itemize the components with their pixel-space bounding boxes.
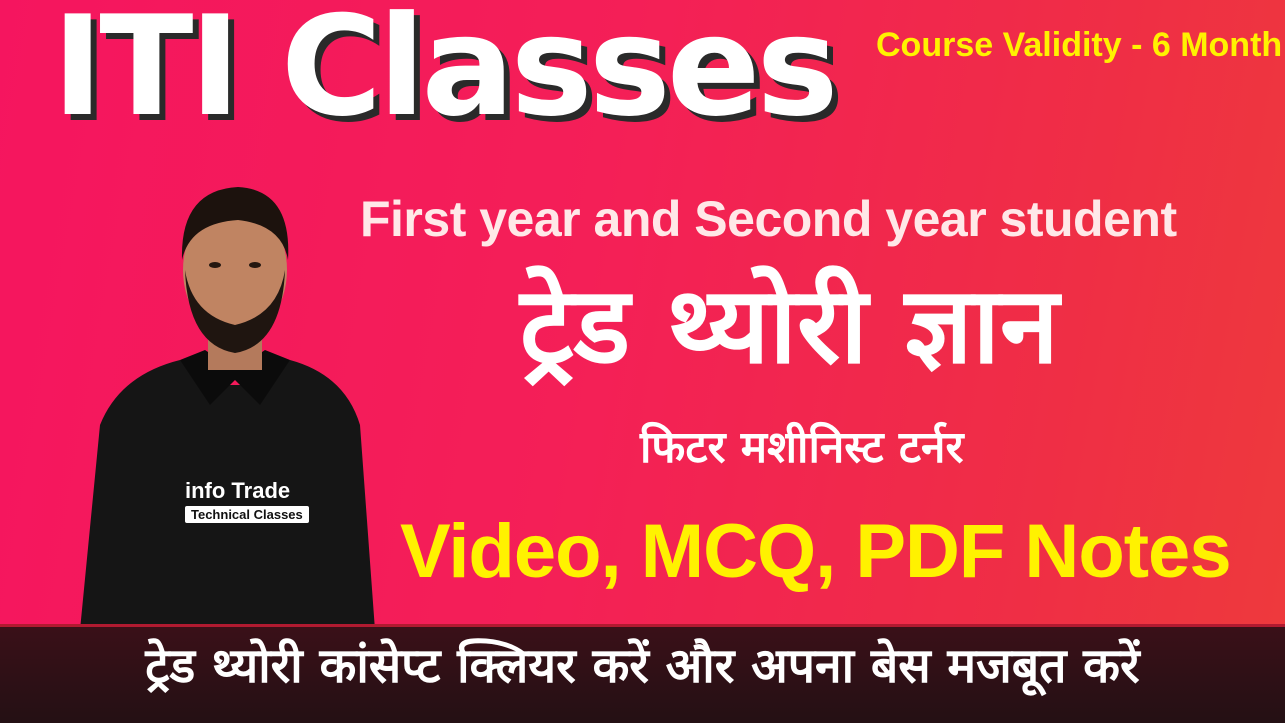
shirt-logo-line1: info Trade (185, 478, 291, 503)
footer-tagline: ट्रेड थ्योरी कांसेप्ट क्लियर करें और अपन… (145, 638, 1140, 694)
course-validity: Course Validity - 6 Month (876, 26, 1283, 64)
hindi-heading: ट्रेड थ्योरी ज्ञान (520, 264, 1059, 387)
trades-list: फिटर मशीनिस्ट टर्नर (640, 422, 964, 473)
presenter-photo (80, 187, 375, 630)
presenter-eye-left (209, 262, 221, 268)
main-title: ITI Classes (52, 0, 839, 147)
features-text: Video, MCQ, PDF Notes (400, 509, 1232, 594)
shirt-logo: info Trade Technical Classes (185, 478, 325, 524)
shirt-logo-line2: Technical Classes (185, 506, 309, 523)
presenter-eye-right (249, 262, 261, 268)
audience-subtitle: First year and Second year student (360, 191, 1177, 247)
